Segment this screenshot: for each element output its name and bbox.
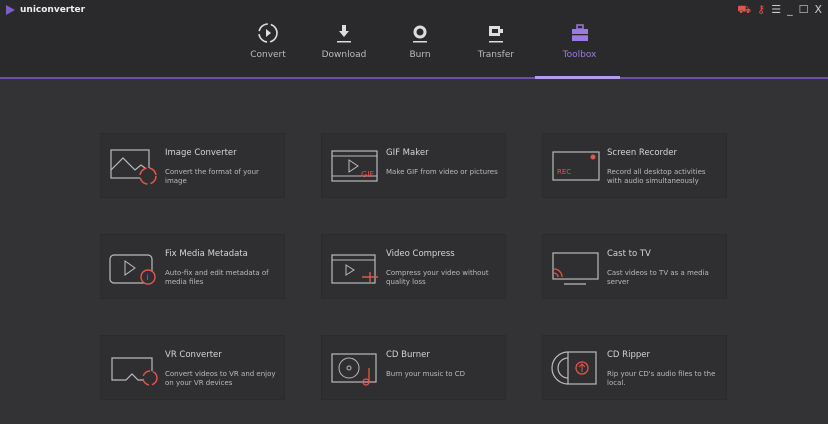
tab-label: Transfer bbox=[477, 50, 515, 60]
tab-label: Download bbox=[321, 50, 367, 60]
active-tab-indicator bbox=[535, 76, 620, 79]
tool-cast-to-tv[interactable]: Cast to TV Cast videos to TV as a media s… bbox=[542, 234, 727, 299]
tool-gif-maker[interactable]: GIF GIF Maker Make GIF from video or pict… bbox=[321, 133, 506, 198]
tool-title: Video Compress bbox=[386, 249, 455, 259]
tab-label: Burn bbox=[409, 50, 431, 60]
cart-icon[interactable]: ⛟ bbox=[737, 3, 751, 18]
burn-icon bbox=[413, 25, 427, 43]
transfer-icon bbox=[489, 26, 503, 43]
tab-divider bbox=[0, 77, 828, 79]
tab-toolbox[interactable]: Toolbox bbox=[537, 22, 622, 60]
menu-button[interactable]: ☰ bbox=[771, 3, 781, 18]
tool-desc: Convert the format of your image bbox=[165, 168, 259, 185]
download-icon bbox=[337, 25, 351, 43]
tool-title: Fix Media Metadata bbox=[165, 249, 248, 259]
cast-tv-icon bbox=[552, 252, 599, 285]
close-button[interactable]: X bbox=[814, 3, 822, 18]
tab-transfer[interactable]: Transfer bbox=[458, 22, 534, 60]
tool-desc: Burn your music to CD bbox=[386, 370, 466, 378]
tool-vr-converter[interactable]: VR Converter Convert videos to VR and enj… bbox=[100, 335, 285, 400]
convert-icon bbox=[258, 23, 278, 43]
tool-title: GIF Maker bbox=[386, 148, 429, 158]
tool-desc: Record all desktop activities with audio… bbox=[607, 168, 706, 185]
tool-desc: Make GIF from video or pictures bbox=[386, 168, 498, 176]
app-logo: uniconverter bbox=[6, 5, 85, 15]
screen-recorder-icon: REC bbox=[552, 151, 600, 181]
tab-download[interactable]: Download bbox=[306, 22, 382, 60]
tab-convert[interactable]: Convert bbox=[230, 22, 306, 60]
tool-cd-ripper[interactable]: CD Ripper Rip your CD's audio files to th… bbox=[542, 335, 727, 400]
tool-desc: Auto-fix and edit metadata of media file… bbox=[165, 269, 269, 286]
tool-cd-burner[interactable]: CD Burner Burn your music to CD bbox=[321, 335, 506, 400]
metadata-icon: i bbox=[109, 254, 156, 285]
cd-ripper-icon bbox=[551, 351, 597, 385]
tool-title: Image Converter bbox=[165, 148, 237, 158]
window-controls: ⛟ ⚷ ☰ _ ☐ X bbox=[737, 3, 822, 18]
tool-title: CD Burner bbox=[386, 350, 430, 360]
tool-desc: Rip your CD's audio files to the local. bbox=[607, 370, 716, 387]
maximize-button[interactable]: ☐ bbox=[799, 3, 809, 18]
toolbox-icon bbox=[571, 24, 588, 41]
tool-desc: Cast videos to TV as a media server bbox=[607, 269, 709, 286]
tool-image-converter[interactable]: Image Converter Convert the format of you… bbox=[100, 133, 285, 198]
image-converter-icon bbox=[110, 149, 157, 185]
cd-burner-icon bbox=[331, 353, 377, 386]
vr-icon bbox=[111, 357, 158, 386]
tab-burn[interactable]: Burn bbox=[382, 22, 458, 60]
tab-label: Toolbox bbox=[562, 50, 597, 60]
tool-title: CD Ripper bbox=[607, 350, 650, 360]
tool-title: Screen Recorder bbox=[607, 148, 678, 158]
svg-text:i: i bbox=[147, 273, 149, 282]
key-icon[interactable]: ⚷ bbox=[757, 3, 765, 18]
gif-maker-icon: GIF bbox=[331, 150, 378, 182]
logo-icon bbox=[6, 5, 15, 15]
tool-screen-recorder[interactable]: REC Screen Recorder Record all desktop ac… bbox=[542, 133, 727, 198]
tool-video-compress[interactable]: Video Compress Compress your video withou… bbox=[321, 234, 506, 299]
app-title: uniconverter bbox=[20, 5, 86, 15]
tool-desc: Compress your video without quality loss bbox=[386, 269, 489, 286]
tool-title: Cast to TV bbox=[607, 249, 651, 259]
tool-title: VR Converter bbox=[165, 350, 222, 360]
video-compress-icon bbox=[331, 254, 378, 284]
minimize-button[interactable]: _ bbox=[787, 3, 793, 18]
tab-label: Convert bbox=[250, 50, 286, 60]
svg-text:REC: REC bbox=[557, 168, 571, 176]
tool-desc: Convert videos to VR and enjoy on your V… bbox=[165, 370, 276, 387]
tool-fix-media-metadata[interactable]: i Fix Media Metadata Auto-fix and edit me… bbox=[100, 234, 285, 299]
top-bar: uniconverter ⛟ ⚷ ☰ _ ☐ X Convert Downloa… bbox=[0, 0, 828, 78]
gif-badge: GIF bbox=[361, 170, 375, 179]
main-tabs: Convert Download Burn Transfer Toolbox bbox=[230, 22, 622, 60]
